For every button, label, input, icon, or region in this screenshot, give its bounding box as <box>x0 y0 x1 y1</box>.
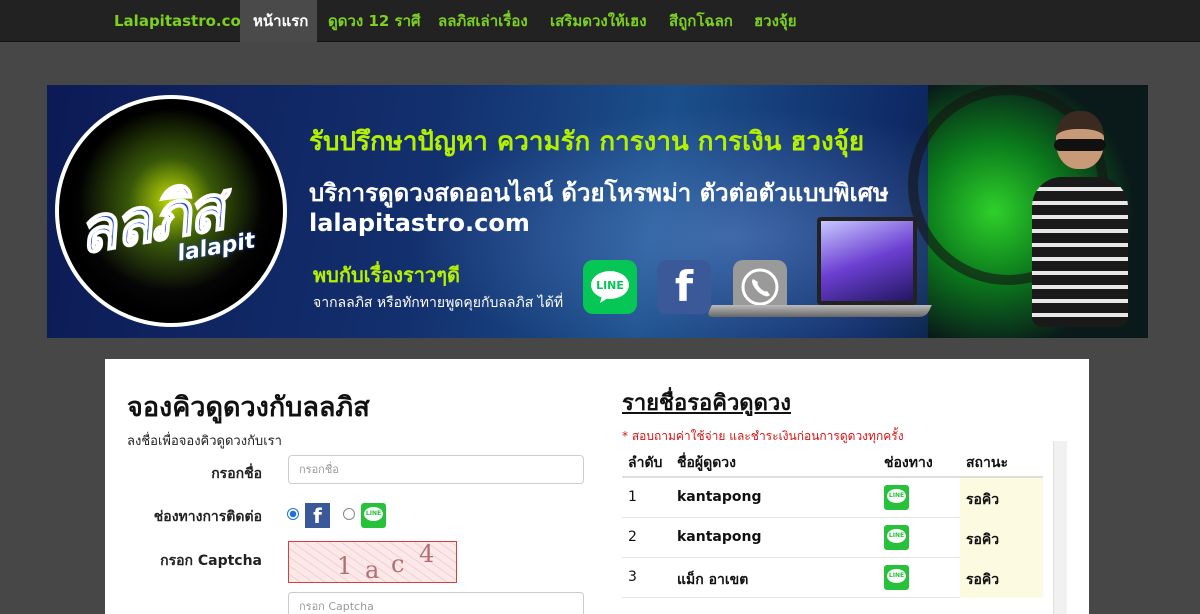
banner-subhead: บริการดูดวงสดออนไลน์ ด้วยโหรพม่า ตัวต่อต… <box>309 179 889 207</box>
line-icon-text: LINE <box>888 532 905 539</box>
facebook-glyph: f <box>674 262 694 311</box>
line-icon: LINE <box>884 485 909 510</box>
queue-table-header: ลำดับ ชื่อผู้ดูดวง ช่องทาง สถานะ <box>622 445 1043 478</box>
row-status: รอคิว <box>966 572 1000 588</box>
facebook-icon: f <box>657 260 711 314</box>
banner-contact-text: จากลลภิส หรือทักทายพูดคุยกับลลภิส ได้ที่ <box>313 295 564 311</box>
captcha-char-1: 1 <box>337 552 353 580</box>
banner-facebook-button[interactable]: f <box>657 260 711 314</box>
banner-line-button[interactable]: LINE <box>583 260 637 314</box>
booking-card: จองคิวดูดวงกับลลภิส ลงชื่อเพื่อจองคิวดูด… <box>105 359 1089 614</box>
nav-item-home[interactable]: หน้าแรก <box>240 0 317 42</box>
name-label: กรอกชื่อ <box>211 466 262 482</box>
row-no: 2 <box>628 529 637 545</box>
banner-url: lalapitastro.com <box>309 209 530 237</box>
queue-scrollbar[interactable] <box>1053 441 1067 614</box>
captcha-image: 1 a c 4 <box>288 541 457 583</box>
channel-label: ช่องทางการติดต่อ <box>153 509 262 525</box>
nav-item-luck[interactable]: เสริมดวงให้เฮง <box>537 0 660 42</box>
row-name: kantapong <box>677 489 762 505</box>
line-icon: LINE <box>884 565 909 590</box>
table-row: 3 แม็ก อาเขต LINE รอคิว <box>622 558 1043 598</box>
line-icon-text: LINE <box>888 492 905 499</box>
astrologer-sunglasses <box>1054 139 1106 151</box>
line-icon: LINE <box>361 503 386 528</box>
facebook-icon: f <box>305 503 330 528</box>
line-button-label: LINE <box>596 279 624 292</box>
nav-item-horoscope-12[interactable]: ดูดวง 12 ราศี <box>315 0 434 42</box>
channel-radio-facebook[interactable] <box>287 508 299 520</box>
laptop-base-image <box>706 305 932 317</box>
captcha-char-3: c <box>391 550 405 578</box>
nav-item-fengshui[interactable]: ฮวงจุ้ย <box>741 0 809 42</box>
header-no: ลำดับ <box>628 455 663 471</box>
banner-meet-text: พบกับเรื่องราวๆดี <box>313 263 460 287</box>
row-status: รอคิว <box>966 492 1000 508</box>
booking-form-title: จองคิวดูดวงกับลลภิส <box>127 392 370 423</box>
queue-title: รายชื่อรอคิวดูดวง <box>622 391 791 416</box>
captcha-char-4: 4 <box>419 541 435 568</box>
astrologer-body <box>1032 177 1128 327</box>
row-no: 3 <box>628 569 637 585</box>
captcha-label: กรอก Captcha <box>160 553 262 569</box>
laptop-image <box>817 217 917 305</box>
hero-banner: ลลภิส lalapit รับปรึกษาปัญหา ความรัก การ… <box>47 85 1148 338</box>
row-no: 1 <box>628 489 637 505</box>
nav-item-stories[interactable]: ลลภิสเล่าเรื่อง <box>425 0 541 42</box>
line-icon-text: LINE <box>365 510 382 517</box>
line-icon: LINE <box>884 525 909 550</box>
banner-headline: รับปรึกษาปัญหา ความรัก การงาน การเงิน ฮว… <box>309 127 865 157</box>
table-row: 1 kantapong LINE รอคิว <box>622 478 1043 518</box>
top-nav: Lalapitastro.com หน้าแรก ดูดวง 12 ราศี ล… <box>0 0 1200 42</box>
captcha-char-2: a <box>365 556 380 583</box>
name-input[interactable]: กรอกชื่อ <box>288 455 584 484</box>
row-name: kantapong <box>677 529 762 545</box>
header-status: สถานะ <box>966 455 1008 471</box>
line-bubble-icon: LINE <box>583 260 637 314</box>
captcha-input[interactable]: กรอก Captcha <box>288 592 584 614</box>
table-row: 2 kantapong LINE รอคิว <box>622 518 1043 558</box>
header-channel: ช่องทาง <box>884 455 933 471</box>
channel-radio-line[interactable] <box>343 508 355 520</box>
row-status: รอคิว <box>966 532 1000 548</box>
line-icon-text: LINE <box>888 572 905 579</box>
booking-form-subtitle: ลงชื่อเพื่อจองคิวดูดวงกับเรา <box>127 434 282 449</box>
brand-logo: ลลภิส lalapit <box>55 95 287 327</box>
row-name: แม็ก อาเขต <box>677 572 749 588</box>
queue-payment-note: * สอบถามค่าใช้จ่าย และชำระเงินก่อนการดูด… <box>622 429 904 443</box>
nav-item-lucky-colors[interactable]: สีถูกโฉลก <box>656 0 746 42</box>
astrologer-photo <box>1018 105 1138 338</box>
header-name: ชื่อผู้ดูดวง <box>677 455 736 471</box>
